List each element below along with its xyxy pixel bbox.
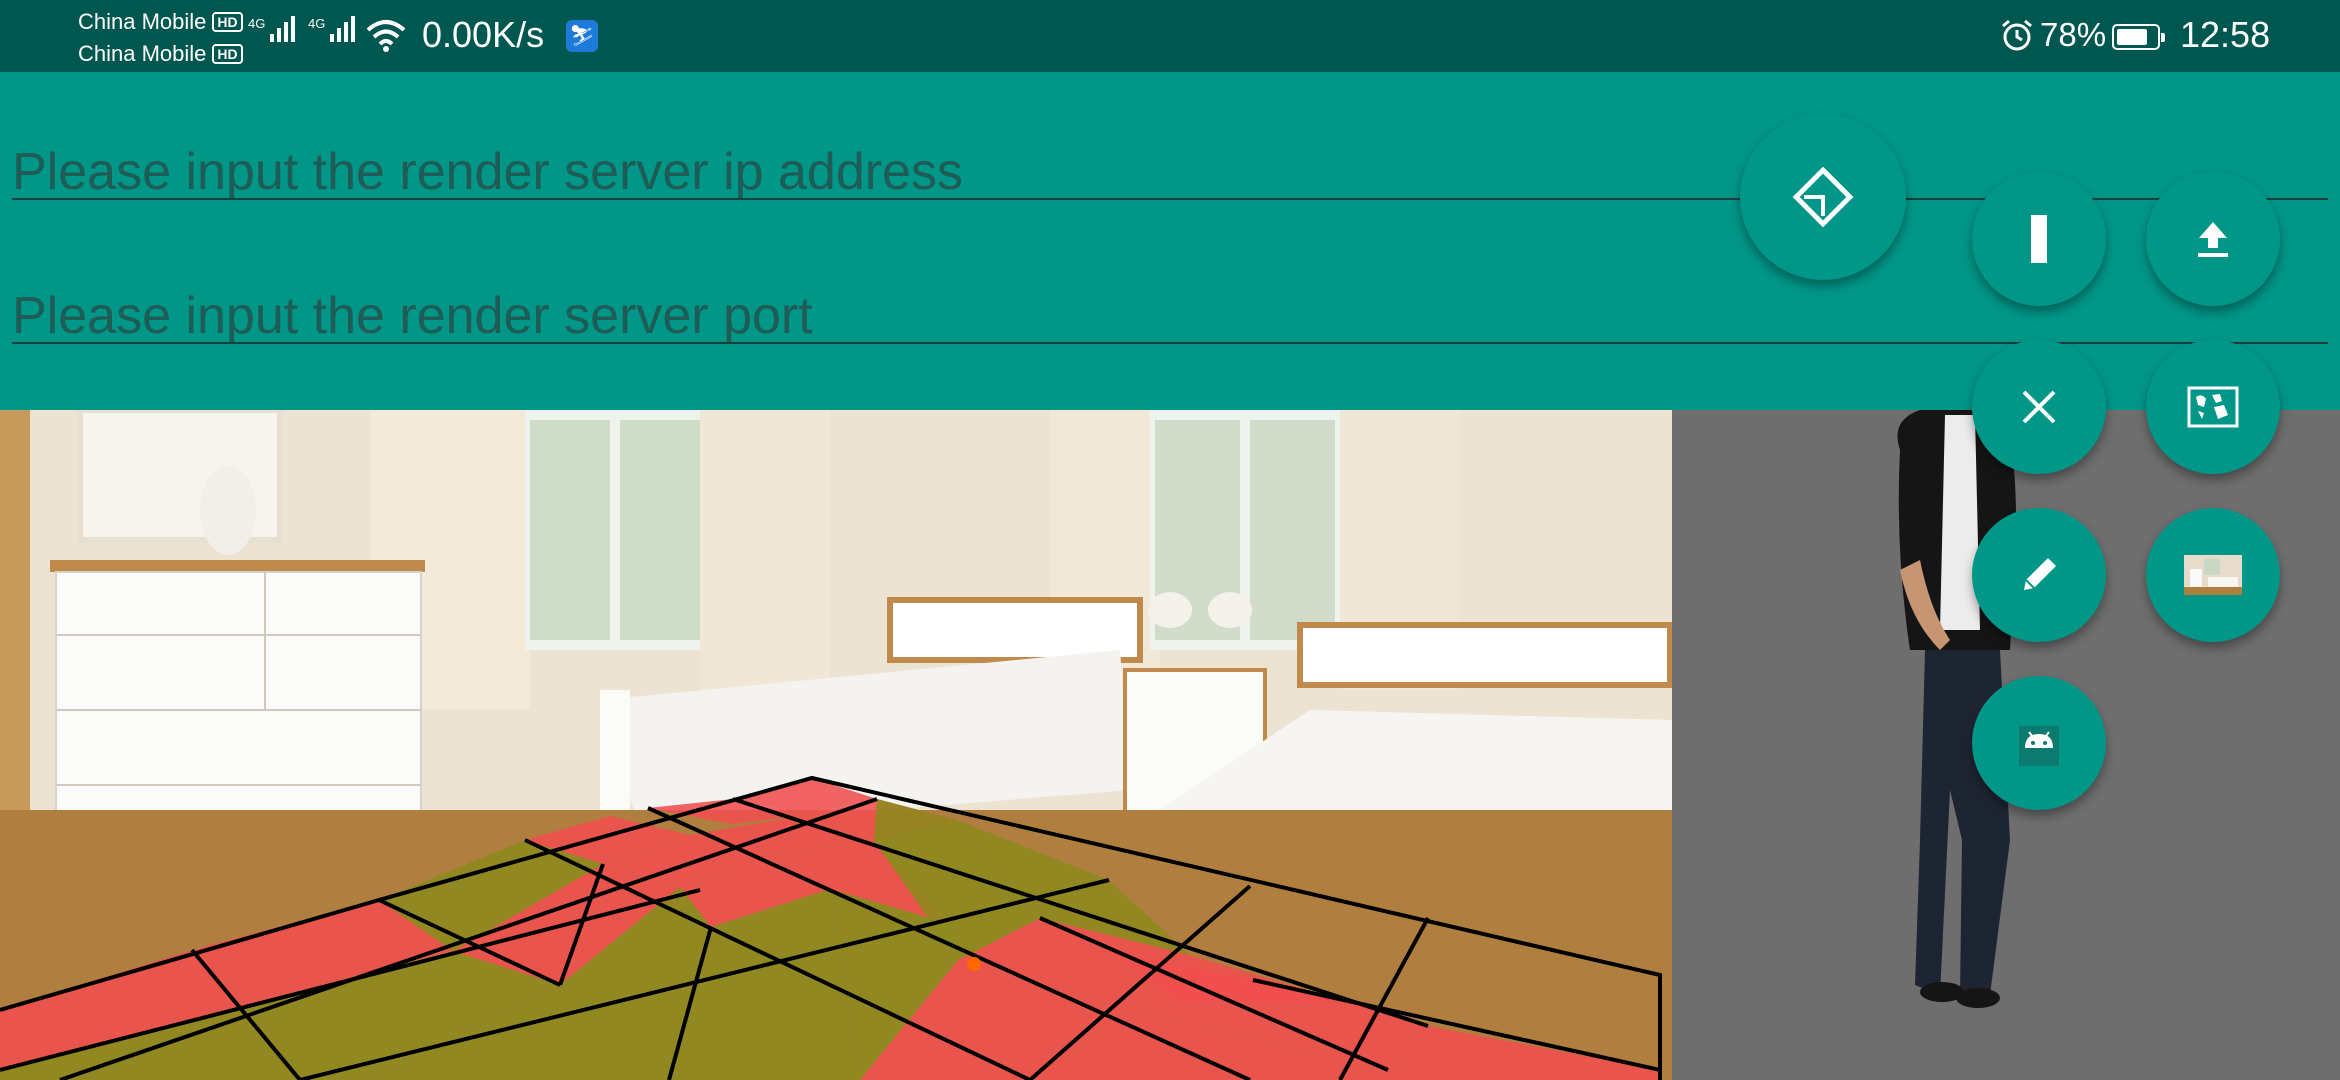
carrier-1-label: China Mobile [78,9,207,34]
android-fab[interactable] [1972,676,2106,810]
net-speed: 0.00K/s [422,14,545,55]
server-port-input[interactable] [12,290,2328,344]
server-ip-input[interactable] [12,146,2328,200]
bedroom-scene [0,410,1672,1080]
network-type-2: 4G [308,16,326,31]
pencil-icon [2024,558,2056,590]
edit-fab[interactable] [1972,508,2106,642]
signal-2-icon: 4G [308,16,356,42]
close-icon [2022,390,2056,424]
ar-camera-view[interactable] [0,410,1672,1080]
ruler-diamond-icon [1792,166,1854,228]
map-fab[interactable] [2146,340,2280,474]
measure-fab[interactable] [1740,114,1906,280]
app-notification-icon: ⛷ [566,20,598,52]
signal-1-icon: 4G [248,16,296,42]
network-type-1: 4G [248,16,266,31]
room-thumbnail-icon [2184,555,2242,595]
upload-fab[interactable] [2146,172,2280,306]
bar-icon [2031,215,2047,263]
clock: 12:58 [2180,14,2271,55]
upload-icon [2198,222,2228,257]
wifi-icon [366,20,406,52]
status-bar: China Mobile HD China Mobile HD 4G 4G 0.00… [0,0,2340,72]
battery-icon [2112,24,2165,50]
world-map-icon [2187,386,2239,428]
carrier-2-label: China Mobile [78,41,207,66]
android-icon [2019,726,2059,766]
carrier-info: China Mobile HD China Mobile HD [78,6,243,70]
hd-badge-2: HD [212,44,243,64]
hd-badge-1: HD [212,12,243,32]
room-fab[interactable] [2146,508,2280,642]
alarm-icon [2002,19,2032,51]
battery-percent: 78% [2040,16,2107,53]
close-fab[interactable] [1972,340,2106,474]
pause-fab[interactable] [1972,172,2106,306]
